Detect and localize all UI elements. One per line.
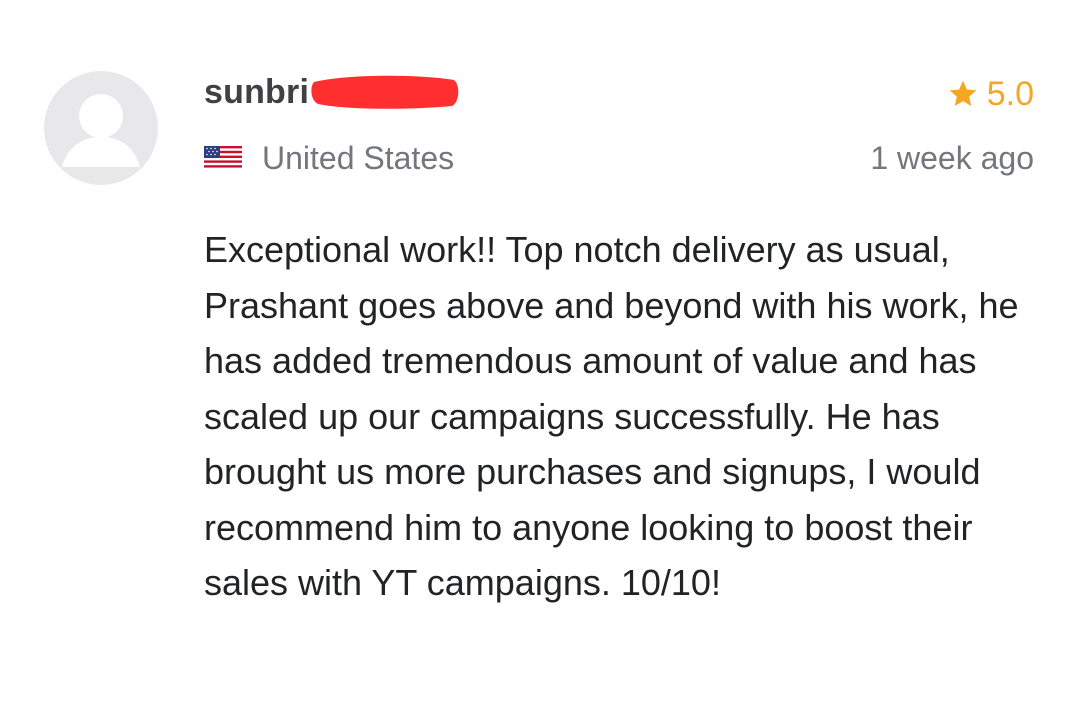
review-text: Exceptional work!! Top notch delivery as… <box>204 229 1019 603</box>
country-name: United States <box>262 140 455 176</box>
country: United States <box>204 138 454 178</box>
user-placeholder-icon <box>62 94 140 167</box>
review-timestamp: 1 week ago <box>870 140 1034 176</box>
star-icon <box>947 78 979 110</box>
redaction-scribble <box>311 75 459 109</box>
rating-value: 5.0 <box>986 75 1034 113</box>
review-card: sunbri 5.0 United States 1 week ago Exce… <box>0 0 1080 717</box>
rating: 5.0 <box>947 72 1034 116</box>
username-row: sunbri <box>204 70 459 114</box>
avatar[interactable] <box>44 71 158 185</box>
username[interactable]: sunbri <box>204 73 309 111</box>
us-flag-icon <box>204 146 242 170</box>
